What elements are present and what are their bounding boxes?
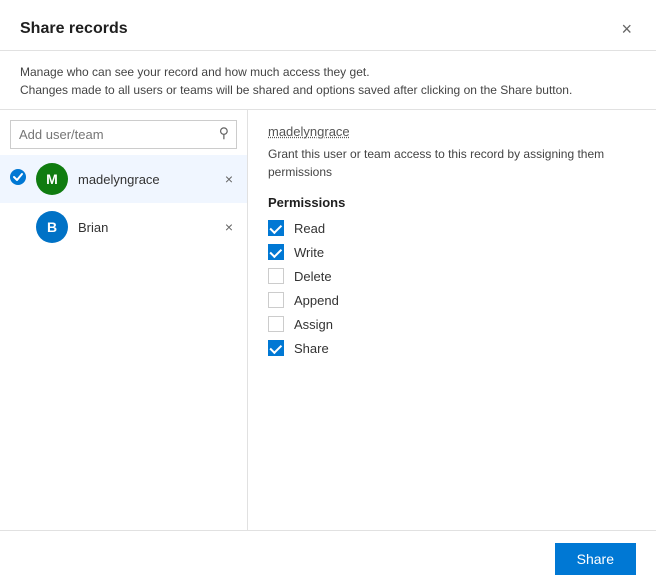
- desc-line1: Manage who can see your record and how m…: [20, 63, 636, 81]
- desc-line2: Changes made to all users or teams will …: [20, 81, 636, 99]
- assign-checkbox[interactable]: [268, 316, 284, 332]
- dialog-title: Share records: [20, 20, 128, 38]
- assign-label: Assign: [294, 317, 333, 332]
- search-input[interactable]: [10, 120, 237, 149]
- remove-user-button[interactable]: ×: [221, 170, 237, 188]
- permission-share: Share: [268, 340, 636, 356]
- share-checkbox[interactable]: [268, 340, 284, 356]
- user-item[interactable]: B Brian ×: [0, 203, 247, 251]
- share-button[interactable]: Share: [555, 543, 636, 575]
- dialog-body: ⚲ M madelyngrace ×: [0, 110, 656, 530]
- delete-label: Delete: [294, 269, 332, 284]
- delete-checkbox[interactable]: [268, 268, 284, 284]
- remove-user-button[interactable]: ×: [221, 218, 237, 236]
- left-panel: ⚲ M madelyngrace ×: [0, 110, 248, 530]
- user-name: Brian: [78, 220, 221, 235]
- permission-read: Read: [268, 220, 636, 236]
- search-container: ⚲: [0, 110, 247, 155]
- close-button[interactable]: ×: [617, 18, 636, 40]
- share-label: Share: [294, 341, 329, 356]
- read-label: Read: [294, 221, 325, 236]
- permission-assign: Assign: [268, 316, 636, 332]
- grant-description: Grant this user or team access to this r…: [268, 145, 636, 181]
- avatar: B: [36, 211, 68, 243]
- append-label: Append: [294, 293, 339, 308]
- permission-delete: Delete: [268, 268, 636, 284]
- write-checkbox[interactable]: [268, 244, 284, 260]
- append-checkbox[interactable]: [268, 292, 284, 308]
- user-name: madelyngrace: [78, 172, 221, 187]
- write-label: Write: [294, 245, 324, 260]
- share-records-dialog: Share records × Manage who can see your …: [0, 0, 656, 587]
- user-list: M madelyngrace × B Brian ×: [0, 155, 247, 530]
- permissions-title: Permissions: [268, 195, 636, 210]
- dialog-header: Share records ×: [0, 0, 656, 51]
- avatar: M: [36, 163, 68, 195]
- right-panel: madelyngrace Grant this user or team acc…: [248, 110, 656, 530]
- selected-user-name: madelyngrace: [268, 124, 636, 139]
- user-item[interactable]: M madelyngrace ×: [0, 155, 247, 203]
- permission-append: Append: [268, 292, 636, 308]
- selected-check: [10, 169, 30, 190]
- permission-write: Write: [268, 244, 636, 260]
- permissions-list: Read Write Delete Append Assign: [268, 220, 636, 356]
- dialog-description: Manage who can see your record and how m…: [0, 51, 656, 110]
- read-checkbox[interactable]: [268, 220, 284, 236]
- dialog-footer: Share: [0, 530, 656, 587]
